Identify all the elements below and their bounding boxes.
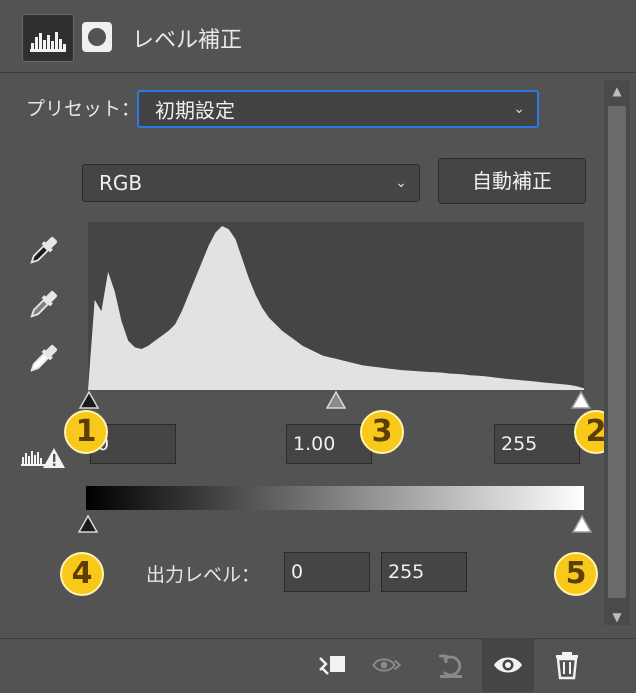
preset-select[interactable]: 初期設定 ⌄ <box>137 90 539 128</box>
output-gradient-bar <box>86 486 584 510</box>
annotation-badge-3: 3 <box>360 410 404 454</box>
output-black-slider[interactable] <box>77 514 99 534</box>
output-white-slider[interactable] <box>571 514 593 534</box>
gray-point-eyedropper-icon[interactable] <box>24 286 62 324</box>
white-point-eyedropper-icon[interactable] <box>24 340 62 378</box>
channel-select[interactable]: RGB ⌄ <box>82 164 420 202</box>
preset-label: プリセット： <box>26 98 141 120</box>
view-previous-state-icon[interactable] <box>372 650 402 680</box>
mask-icon <box>88 28 106 46</box>
preset-value: 初期設定 <box>155 98 235 123</box>
annotation-badge-5: 5 <box>554 552 598 596</box>
chevron-down-icon: ⌄ <box>395 175 407 191</box>
annotation-badge-4: 4 <box>60 552 104 596</box>
output-white-value: 255 <box>388 561 425 583</box>
visibility-eye-icon[interactable] <box>493 650 523 680</box>
panel-title: レベル補正 <box>132 28 243 53</box>
input-gamma-value: 1.00 <box>293 433 336 455</box>
input-white-slider[interactable] <box>570 390 592 410</box>
output-levels-label: 出力レベル： <box>146 564 261 586</box>
mask-tab[interactable] <box>82 22 112 52</box>
input-gamma-slider[interactable] <box>325 390 347 410</box>
histogram-area <box>88 226 584 390</box>
adjustment-tab[interactable] <box>22 14 74 62</box>
channel-value: RGB <box>99 171 143 195</box>
reset-icon[interactable] <box>436 650 466 680</box>
histogram-plot <box>88 226 584 390</box>
input-white-field[interactable]: 255 <box>494 424 580 464</box>
output-black-field[interactable]: 0 <box>284 552 370 592</box>
output-white-field[interactable]: 255 <box>381 552 467 592</box>
black-point-eyedropper-icon[interactable] <box>24 232 62 270</box>
scroll-down-icon[interactable]: ▼ <box>606 610 628 624</box>
scroll-up-icon[interactable]: ▲ <box>606 84 628 98</box>
clipping-warning-icon[interactable] <box>20 444 66 470</box>
output-black-value: 0 <box>291 561 304 583</box>
input-black-slider[interactable] <box>78 390 100 410</box>
trash-icon[interactable] <box>552 650 582 680</box>
annotation-badge-1: 1 <box>64 410 108 454</box>
input-white-value: 255 <box>501 433 538 455</box>
histogram-icon <box>30 32 66 52</box>
histogram <box>88 222 584 390</box>
clip-to-layer-icon[interactable] <box>316 650 346 680</box>
scrollbar-thumb[interactable] <box>608 106 626 598</box>
chevron-down-icon: ⌄ <box>513 101 525 117</box>
auto-button[interactable]: 自動補正 <box>438 158 586 204</box>
